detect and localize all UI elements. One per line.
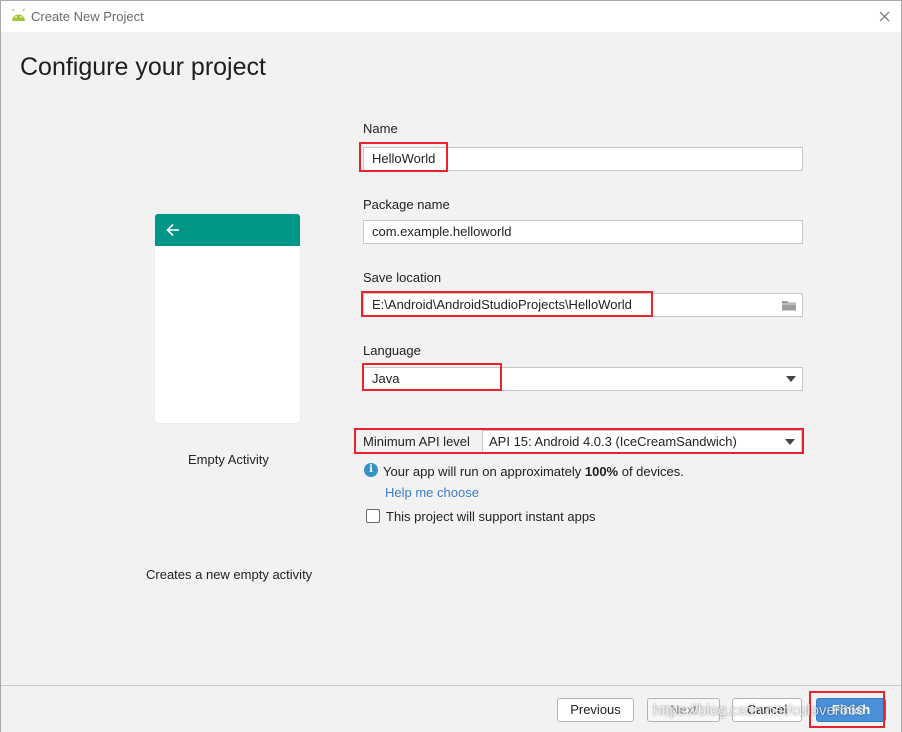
info-icon: i bbox=[364, 463, 378, 477]
name-label: Name bbox=[363, 121, 398, 136]
instant-apps-checkbox[interactable] bbox=[366, 509, 380, 523]
api-highlight bbox=[354, 428, 804, 454]
folder-icon[interactable] bbox=[781, 298, 797, 312]
package-field[interactable]: com.example.helloworld bbox=[363, 220, 803, 244]
next-button[interactable]: Next bbox=[647, 698, 720, 722]
location-highlight bbox=[361, 291, 653, 317]
coverage-percent: 100% bbox=[584, 464, 619, 479]
dialog-footer: Previous Next Cancel Finish bbox=[1, 685, 901, 732]
activity-preview bbox=[155, 214, 300, 423]
preview-toolbar bbox=[155, 214, 300, 246]
android-icon bbox=[12, 8, 25, 21]
create-project-dialog: Create New Project Configure your projec… bbox=[0, 0, 902, 732]
coverage-prefix: Your app will run on approximately bbox=[383, 464, 585, 479]
template-description: Creates a new empty activity bbox=[146, 567, 313, 582]
title-bar: Create New Project bbox=[1, 1, 901, 32]
close-icon bbox=[879, 11, 889, 21]
close-button[interactable] bbox=[873, 6, 895, 26]
template-name: Empty Activity bbox=[188, 452, 269, 467]
coverage-suffix: of devices. bbox=[618, 464, 684, 479]
language-highlight bbox=[362, 363, 502, 391]
location-label: Save location bbox=[363, 270, 442, 285]
page-header: Configure your project bbox=[1, 32, 901, 101]
package-label: Package name bbox=[363, 197, 450, 212]
chevron-down-icon bbox=[786, 376, 796, 382]
language-label: Language bbox=[363, 343, 421, 358]
name-highlight bbox=[359, 142, 448, 172]
previous-button[interactable]: Previous bbox=[557, 698, 634, 722]
instant-apps-label: This project will support instant apps bbox=[386, 509, 596, 524]
page-title: Configure your project bbox=[20, 53, 266, 81]
back-arrow-icon bbox=[166, 223, 179, 237]
window-title: Create New Project bbox=[31, 9, 144, 24]
finish-highlight bbox=[809, 691, 885, 728]
cancel-button[interactable]: Cancel bbox=[732, 698, 802, 722]
help-me-choose-link[interactable]: Help me choose bbox=[385, 485, 479, 500]
device-coverage-text: Your app will run on approximately 100% … bbox=[383, 464, 684, 479]
main-content: Empty Activity Creates a new empty activ… bbox=[1, 101, 901, 684]
